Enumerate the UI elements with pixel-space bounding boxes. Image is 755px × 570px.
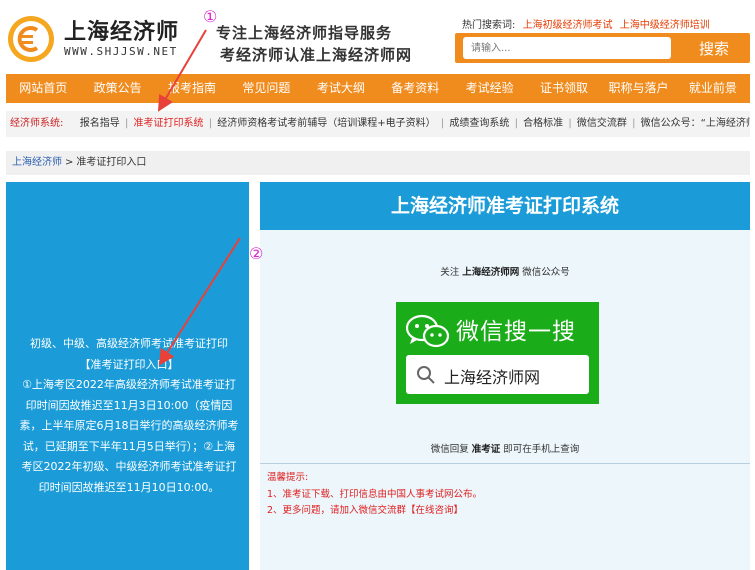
follow-text: 关注 上海经济师网 微信公众号 [260,264,750,278]
site-header: 上海经济师 WWW.SHJJSW.NET 专注上海经济师指导服务 考经济师认准上… [0,0,755,72]
system-links-bar: 经济师系统: 报名指导 | 准考证打印系统 | 经济师资格考试考前辅导（培训课程… [6,111,750,137]
search-box: 搜索 [455,33,750,63]
tip-2-prefix: 2、更多问题，请加入 [267,505,359,516]
divider: | [568,118,572,129]
reply-hint: 微信回复 准考证 即可在手机上查询 [260,441,750,455]
wechat-icon [406,314,450,348]
nav-item-employment[interactable]: 就业前景 [676,74,750,103]
nav-item-policy[interactable]: 政策公告 [80,74,154,103]
system-links-label: 经济师系统: [10,118,64,129]
sub-link-registration[interactable]: 报名指导 [80,118,120,129]
admission-entry-link[interactable]: 【准考证打印入口】 [18,355,240,376]
notice-heading: 初级、中级、高级经济师考试准考证打印 [30,337,228,350]
sub-link-wechat-account[interactable]: 微信公众号：“上海经济师网” [641,118,750,129]
slogan-line-2: 考经济师认准上海经济师网 [220,46,413,64]
wechat-group-link[interactable]: 微信交流群【在线咨询】 [359,505,464,516]
hot-search-label: 热门搜索词: [462,20,516,31]
notice-text-block: 初级、中级、高级经济师考试准考证打印 【准考证打印入口】 ①上海考区2022年高… [18,334,240,498]
breadcrumb-home[interactable]: 上海经济师 [12,157,62,168]
annotation-marker-2: ② [249,244,264,263]
tips-block: 温馨提示: 1、准考证下载、打印信息由中国人事考试网公布。 2、更多问题，请加入… [267,470,482,520]
search-input[interactable] [463,37,671,59]
divider: | [514,118,518,129]
hot-link-intermediate[interactable]: 上海中级经济师培训 [620,20,710,31]
divider: | [632,118,636,129]
logo-url: WWW.SHJJSW.NET [64,45,178,58]
tip-item-2: 2、更多问题，请加入微信交流群【在线咨询】 [267,503,482,520]
follow-account-name: 上海经济师网 [462,267,520,278]
tips-title: 温馨提示: [267,472,309,483]
nav-item-title-settlement[interactable]: 职称与落户 [601,74,675,103]
right-print-panel: 上海经济师准考证打印系统 关注 上海经济师网 微信公众号 微信搜一搜 上海经济师… [260,182,750,570]
nav-item-certificate[interactable]: 证书领取 [527,74,601,103]
nav-item-syllabus[interactable]: 考试大纲 [304,74,378,103]
sub-link-score-query[interactable]: 成绩查询系统 [449,118,509,129]
follow-prefix: 关注 [440,267,460,278]
sub-link-wechat-group[interactable]: 微信交流群 [577,118,627,129]
breadcrumb: 上海经济师 > 准考证打印入口 [6,151,750,175]
wechat-search-text: 上海经济师网 [444,368,541,387]
sub-link-training[interactable]: 经济师资格考试考前辅导（培训课程+电子资料） [217,118,435,129]
search-icon [417,366,435,384]
notice-body: ①上海考区2022年高级经济师考试准考证打印时间因故推迟至11月3日10:00（… [19,378,239,494]
slogan-line-1: 专注上海经济师指导服务 [216,24,393,42]
left-notice-panel: 初级、中级、高级经济师考试准考证打印 【准考证打印入口】 ①上海考区2022年高… [6,182,249,570]
nav-item-faq[interactable]: 常见问题 [229,74,303,103]
wechat-search-card[interactable]: 微信搜一搜 上海经济师网 [396,302,599,404]
divider: | [124,118,129,129]
reply-prefix: 微信回复 [430,444,469,455]
main-nav: 网站首页 政策公告 报考指南 常见问题 考试大纲 备考资料 考试经验 证书领取 … [6,74,750,103]
nav-item-materials[interactable]: 备考资料 [378,74,452,103]
breadcrumb-separator: > [65,157,74,168]
follow-suffix: 微信公众号 [522,267,570,278]
coin-logo-icon [8,16,54,62]
sub-link-admission-print[interactable]: 准考证打印系统 [134,118,204,129]
reply-keyword: 准考证 [471,444,501,455]
divider: | [440,118,445,129]
nav-item-guide[interactable]: 报考指南 [155,74,229,103]
hot-search: 热门搜索词: 上海初级经济师考试 上海中级经济师培训 [462,16,710,31]
tip-item-1: 1、准考证下载、打印信息由中国人事考试网公布。 [267,488,483,500]
hot-link-junior[interactable]: 上海初级经济师考试 [523,20,613,31]
sub-link-pass-standard[interactable]: 合格标准 [523,118,563,129]
divider: | [208,118,213,129]
search-button[interactable]: 搜索 [681,35,747,61]
nav-item-home[interactable]: 网站首页 [6,74,80,103]
nav-item-experience[interactable]: 考试经验 [452,74,526,103]
panel-title: 上海经济师准考证打印系统 [260,182,750,230]
wechat-search-title: 微信搜一搜 [456,319,576,345]
annotation-marker-1: ① [203,7,218,26]
logo-title[interactable]: 上海经济师 [64,14,179,46]
breadcrumb-current: 准考证打印入口 [76,157,147,168]
wechat-search-field[interactable]: 上海经济师网 [406,355,589,394]
divider [260,463,750,464]
reply-suffix: 即可在手机上查询 [503,444,580,455]
